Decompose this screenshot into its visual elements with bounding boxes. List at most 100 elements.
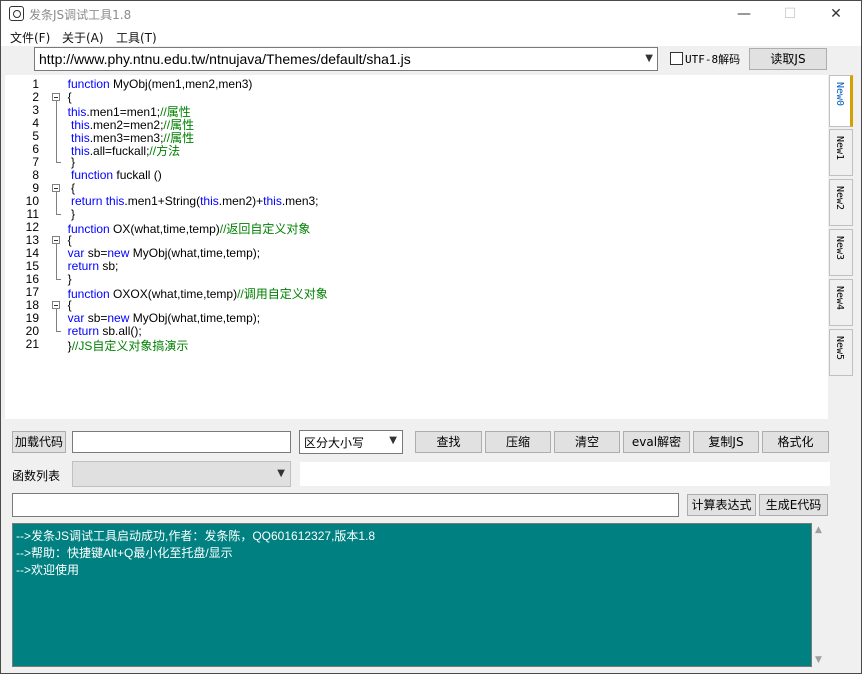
scroll-up-icon[interactable]: ▲ xyxy=(815,525,822,535)
code-line: } xyxy=(61,207,75,221)
gen-e-code-button[interactable]: 生成E代码 xyxy=(759,494,828,516)
chevron-down-icon: ▼ xyxy=(389,435,397,446)
code-text: sb= xyxy=(87,246,108,260)
tab-label: New0 xyxy=(834,82,845,107)
search-input[interactable] xyxy=(72,431,291,453)
code-line: return this.men1+String(this.men2)+this.… xyxy=(61,194,319,208)
case-sensitive-select[interactable]: 区分大小写 ▼ xyxy=(299,430,403,454)
maximize-button[interactable]: ☐ xyxy=(767,1,813,27)
fold-toggle-icon[interactable] xyxy=(52,93,60,101)
line-number: 10 xyxy=(25,194,39,208)
chevron-down-icon[interactable]: ▼ xyxy=(645,53,653,64)
window-title: 发条JS调试工具1.8 xyxy=(29,8,132,22)
code-line: var sb=new MyObj(what,time,temp); xyxy=(61,311,260,325)
tab-new2[interactable]: New2 xyxy=(829,179,853,226)
tab-new1[interactable]: New1 xyxy=(829,129,853,176)
code-text: { xyxy=(67,90,72,104)
tab-new5[interactable]: New5 xyxy=(829,329,853,376)
code-keyword: function xyxy=(67,287,114,301)
console-line: -->帮助：快捷键Alt+Q最小化至托盘/显示 xyxy=(16,546,233,560)
utf8-checkbox-label: UTF-8解码 xyxy=(685,53,741,66)
code-text: OXOX(what,time,temp) xyxy=(113,287,238,301)
menu-about[interactable]: 关于(A) xyxy=(62,29,104,46)
line-number: 6 xyxy=(32,142,39,156)
utf8-checkbox[interactable] xyxy=(670,52,683,65)
code-text: .men2)+ xyxy=(218,194,264,208)
fold-toggle-icon[interactable] xyxy=(52,236,60,244)
code-keyword: return xyxy=(67,324,103,338)
code-keyword: this xyxy=(105,194,125,208)
url-combobox[interactable]: http://www.phy.ntnu.edu.tw/ntnujava/Them… xyxy=(34,47,658,71)
console-scrollbar[interactable]: ▲ ▼ xyxy=(812,523,828,667)
code-line: } xyxy=(61,272,72,286)
function-info-field[interactable] xyxy=(300,462,830,486)
minimize-button[interactable]: — xyxy=(721,1,767,27)
code-text: MyObj(what,time,temp); xyxy=(132,246,261,260)
expression-input[interactable] xyxy=(12,493,679,517)
code-comment: //调用自定义对象 xyxy=(237,287,328,301)
close-button[interactable]: ✕ xyxy=(813,1,859,27)
line-number: 1 xyxy=(32,77,39,91)
fold-toggle-icon[interactable] xyxy=(52,301,60,309)
code-keyword: return xyxy=(71,194,106,208)
menu-file[interactable]: 文件(F) xyxy=(10,29,50,46)
output-console[interactable]: -->发条JS调试工具启动成功,作者：发条陈，QQ601612327,版本1.8… xyxy=(12,523,812,667)
format-button[interactable]: 格式化 xyxy=(762,431,829,453)
line-number: 21 xyxy=(25,337,39,351)
tab-label: New3 xyxy=(834,236,845,261)
case-sensitive-value: 区分大小写 xyxy=(304,436,365,450)
line-number: 20 xyxy=(25,324,39,338)
line-number: 13 xyxy=(25,233,39,247)
code-keyword: var xyxy=(67,246,88,260)
code-comment: //返回自定义对象 xyxy=(219,222,311,236)
menu-tools[interactable]: 工具(T) xyxy=(116,29,157,46)
tab-label: New1 xyxy=(834,136,845,161)
console-line: -->发条JS调试工具启动成功,作者：发条陈，QQ601612327,版本1.8 xyxy=(16,529,376,543)
eval-decode-button[interactable]: eval解密 xyxy=(623,431,690,453)
scroll-down-icon[interactable]: ▼ xyxy=(815,655,822,665)
line-number: 2 xyxy=(32,90,39,104)
code-text: sb.all(); xyxy=(102,324,142,338)
fold-line xyxy=(56,309,57,331)
read-js-button[interactable]: 读取JS xyxy=(749,48,827,70)
fold-line xyxy=(56,101,57,162)
app-window: 发条JS调试工具1.8 — ☐ ✕ 文件(F) 关于(A) 工具(T) http… xyxy=(0,0,862,674)
line-number: 14 xyxy=(25,246,39,260)
fold-line xyxy=(56,192,57,214)
tab-new3[interactable]: New3 xyxy=(829,229,853,276)
clear-button[interactable]: 清空 xyxy=(554,431,620,453)
load-code-button[interactable]: 加载代码 xyxy=(12,431,66,453)
code-line: function fuckall () xyxy=(61,168,162,182)
line-number-gutter: 1 2 3 4 5 6 7 8 9 10 11 12 13 14 15 16 17 18 19 20 21 xyxy=(5,75,45,419)
find-button[interactable]: 查找 xyxy=(415,431,482,453)
code-text: OX(what,time,temp) xyxy=(113,222,220,236)
code-line: function OXOX(what,time,temp)//调用自定义对象 xyxy=(61,285,328,302)
title-bar: 发条JS调试工具1.8 — ☐ ✕ xyxy=(1,1,861,27)
tab-new4[interactable]: New4 xyxy=(829,279,853,326)
compress-button[interactable]: 压缩 xyxy=(485,431,551,453)
line-number: 7 xyxy=(32,155,39,169)
menu-bar: 文件(F) 关于(A) 工具(T) xyxy=(1,27,861,46)
function-list-select[interactable]: ▼ xyxy=(72,461,291,487)
action-row: 加载代码 区分大小写 ▼ 查找 压缩 清空 eval解密 复制JS 格式化 xyxy=(1,429,861,455)
code-area[interactable]: function MyObj(men1,men2,men3) { this.me… xyxy=(61,75,828,419)
code-keyword: function xyxy=(71,168,117,182)
line-number: 12 xyxy=(25,220,39,234)
code-line: } xyxy=(61,155,75,169)
code-keyword: this xyxy=(200,194,219,208)
code-line: function OX(what,time,temp)//返回自定义对象 xyxy=(61,220,311,237)
line-number: 9 xyxy=(32,181,39,195)
code-text: } xyxy=(71,207,76,221)
chevron-down-icon: ▼ xyxy=(277,468,285,479)
code-editor[interactable]: 1 2 3 4 5 6 7 8 9 10 11 12 13 14 15 16 17 18 19 20 21 functi… xyxy=(5,75,828,419)
code-text: } xyxy=(67,272,72,286)
line-number: 16 xyxy=(25,272,39,286)
copy-js-button[interactable]: 复制JS xyxy=(693,431,759,453)
url-toolbar: http://www.phy.ntnu.edu.tw/ntnujava/Them… xyxy=(1,46,861,74)
code-line: return sb; xyxy=(61,259,119,273)
fold-toggle-icon[interactable] xyxy=(52,184,60,192)
code-text: MyObj(what,time,temp); xyxy=(132,311,261,325)
url-input[interactable]: http://www.phy.ntnu.edu.tw/ntnujava/Them… xyxy=(39,51,411,67)
calc-expression-button[interactable]: 计算表达式 xyxy=(687,494,756,516)
tab-new0[interactable]: New0 xyxy=(829,75,853,127)
